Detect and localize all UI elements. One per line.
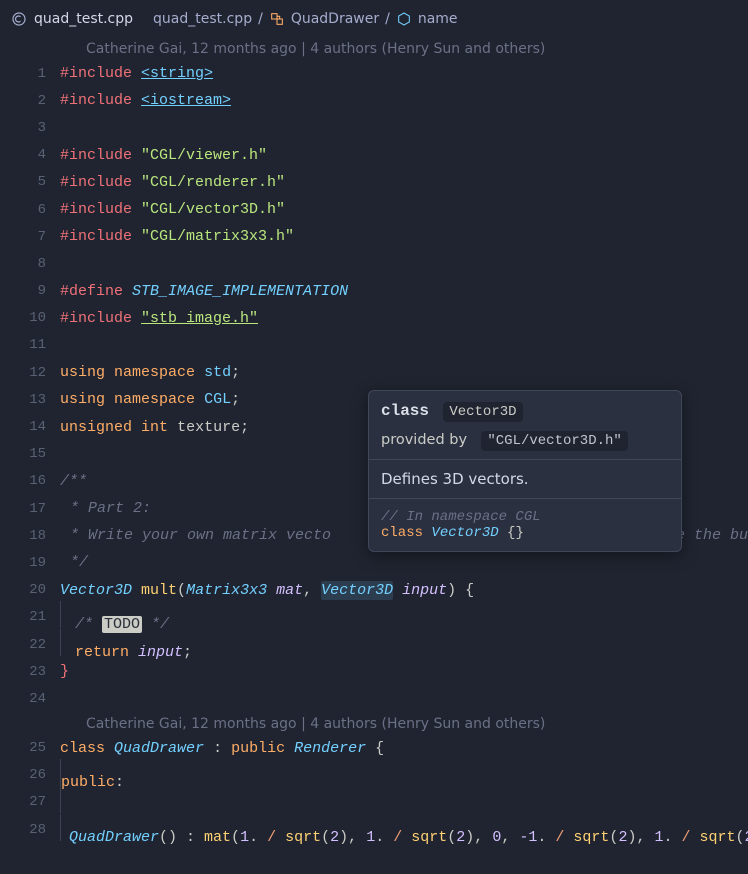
class-icon xyxy=(269,11,285,27)
line-number: 28 xyxy=(0,822,60,838)
code-editor[interactable]: 1 #include <string> 2 #include <iostream… xyxy=(0,60,748,843)
line-number: 17 xyxy=(0,501,60,517)
cpp-file-icon xyxy=(10,10,28,28)
code-line[interactable]: 12using namespace std; xyxy=(0,359,748,386)
line-number: 2 xyxy=(0,93,60,109)
hover-code-sample: // In namespace CGL class Vector3D {} xyxy=(369,498,681,551)
line-number: 25 xyxy=(0,740,60,756)
code-line[interactable]: 4#include "CGL/viewer.h" xyxy=(0,142,748,169)
line-number: 27 xyxy=(0,794,60,810)
breadcrumb-crumb-1[interactable]: QuadDrawer xyxy=(291,11,379,27)
code-line[interactable]: 19 */ xyxy=(0,549,748,576)
hover-documentation-popup[interactable]: class Vector3D provided by "CGL/vector3D… xyxy=(368,390,682,552)
hover-provided-label: provided by xyxy=(381,432,467,448)
breadcrumb-separator: / xyxy=(385,11,390,27)
line-number: 15 xyxy=(0,446,60,462)
line-number: 23 xyxy=(0,664,60,680)
code-line[interactable]: 26public: xyxy=(0,762,748,789)
code-line[interactable]: 27 xyxy=(0,789,748,816)
code-line[interactable]: 23} xyxy=(0,658,748,685)
line-number: 14 xyxy=(0,419,60,435)
code-line[interactable]: 20Vector3D mult(Matrix3x3 mat, Vector3D … xyxy=(0,577,748,604)
breadcrumb-file[interactable]: quad_test.cpp xyxy=(34,11,133,27)
code-line[interactable]: 5#include "CGL/renderer.h" xyxy=(0,169,748,196)
breadcrumb-crumb-0[interactable]: quad_test.cpp xyxy=(153,11,252,27)
hover-description: Defines 3D vectors. xyxy=(381,470,529,488)
line-number: 9 xyxy=(0,283,60,299)
line-number: 19 xyxy=(0,555,60,571)
code-line[interactable]: 2 #include <iostream> xyxy=(0,87,748,114)
breadcrumb-separator: / xyxy=(258,11,263,27)
git-blame-annotation: Catherine Gai, 12 months ago | 4 authors… xyxy=(0,38,748,60)
code-line[interactable]: 7#include "CGL/matrix3x3.h" xyxy=(0,223,748,250)
line-number: 18 xyxy=(0,528,60,544)
line-number: 8 xyxy=(0,256,60,272)
line-number: 21 xyxy=(0,609,60,625)
line-number: 1 xyxy=(0,66,60,82)
hover-kind: class xyxy=(381,402,429,420)
code-line[interactable]: 22return input; xyxy=(0,631,748,658)
line-number: 5 xyxy=(0,174,60,190)
line-number: 13 xyxy=(0,392,60,408)
git-blame-annotation: Catherine Gai, 12 months ago | 4 authors… xyxy=(0,713,748,735)
field-icon xyxy=(396,11,412,27)
code-line[interactable]: 1 #include <string> xyxy=(0,60,748,87)
code-line[interactable]: 21/* TODO */ xyxy=(0,604,748,631)
code-line[interactable]: 11 xyxy=(0,332,748,359)
breadcrumb-crumb-2[interactable]: name xyxy=(418,11,458,27)
breadcrumb-bar: quad_test.cpp quad_test.cpp / QuadDrawer… xyxy=(0,0,748,38)
line-number: 22 xyxy=(0,637,60,653)
code-line[interactable]: 6#include "CGL/vector3D.h" xyxy=(0,196,748,223)
code-line[interactable]: 28QuadDrawer() : mat(1. / sqrt(2), 1. / … xyxy=(0,816,748,843)
line-number: 24 xyxy=(0,691,60,707)
code-line[interactable]: 25class QuadDrawer : public Renderer { xyxy=(0,735,748,762)
hover-type-name: Vector3D xyxy=(443,402,522,422)
line-number: 6 xyxy=(0,202,60,218)
hover-target-type[interactable]: Vector3D xyxy=(321,581,393,600)
line-number: 26 xyxy=(0,767,60,783)
code-line[interactable]: 24 xyxy=(0,685,748,712)
code-line[interactable]: 10#include "stb_image.h" xyxy=(0,305,748,332)
line-number: 3 xyxy=(0,120,60,136)
line-number: 12 xyxy=(0,365,60,381)
line-number: 16 xyxy=(0,473,60,489)
code-line[interactable]: 3 xyxy=(0,114,748,141)
line-number: 10 xyxy=(0,310,60,326)
line-number: 11 xyxy=(0,337,60,353)
line-number: 7 xyxy=(0,229,60,245)
hover-provided-path[interactable]: "CGL/vector3D.h" xyxy=(481,431,627,451)
line-number: 4 xyxy=(0,147,60,163)
code-line[interactable]: 9#define STB_IMAGE_IMPLEMENTATION xyxy=(0,278,748,305)
line-number: 20 xyxy=(0,582,60,598)
code-line[interactable]: 8 xyxy=(0,250,748,277)
